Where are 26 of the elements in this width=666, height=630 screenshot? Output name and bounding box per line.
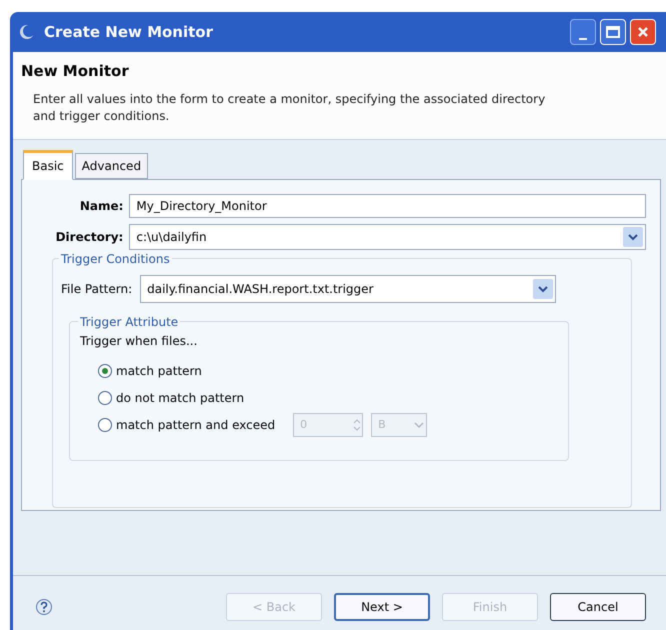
file-pattern-combo-box[interactable]: daily.financial.WASH.report.txt.trigger [140, 274, 556, 302]
radio-button[interactable] [98, 391, 112, 405]
field-label: Directory: [54, 228, 124, 246]
name-field[interactable]: My_Directory_Monitor [129, 194, 646, 218]
radio-button[interactable] [98, 418, 112, 432]
dialog-button[interactable]: Next > [334, 593, 430, 621]
trigger-prompt: Trigger when files... [80, 332, 198, 350]
tab[interactable]: Advanced [74, 152, 148, 178]
window-title: Create New Monitor [44, 22, 213, 43]
tab[interactable]: Basic [23, 150, 73, 180]
help-icon[interactable] [35, 598, 53, 616]
close-button[interactable] [630, 19, 656, 45]
maximize-button[interactable] [600, 19, 626, 45]
radio-label: do not match pattern [116, 390, 244, 407]
directory-combo-box[interactable]: c:\u\dailyfin [129, 224, 646, 250]
dialog-button[interactable]: Cancel [550, 593, 646, 621]
app-icon [18, 23, 36, 41]
radio-label: match pattern and exceed [116, 417, 276, 434]
radio-button[interactable] [98, 364, 112, 378]
close-icon [637, 26, 649, 38]
field-label: Name: [78, 198, 124, 214]
minimize-button[interactable] [570, 19, 596, 45]
page-description: Enter all values into the form to create a monitor, specifying the associated directory and trigger conditions. [33, 90, 546, 124]
field-label: File Pattern: [61, 280, 132, 298]
page-heading: New Monitor [21, 61, 130, 82]
radio-label: match pattern [116, 363, 202, 380]
